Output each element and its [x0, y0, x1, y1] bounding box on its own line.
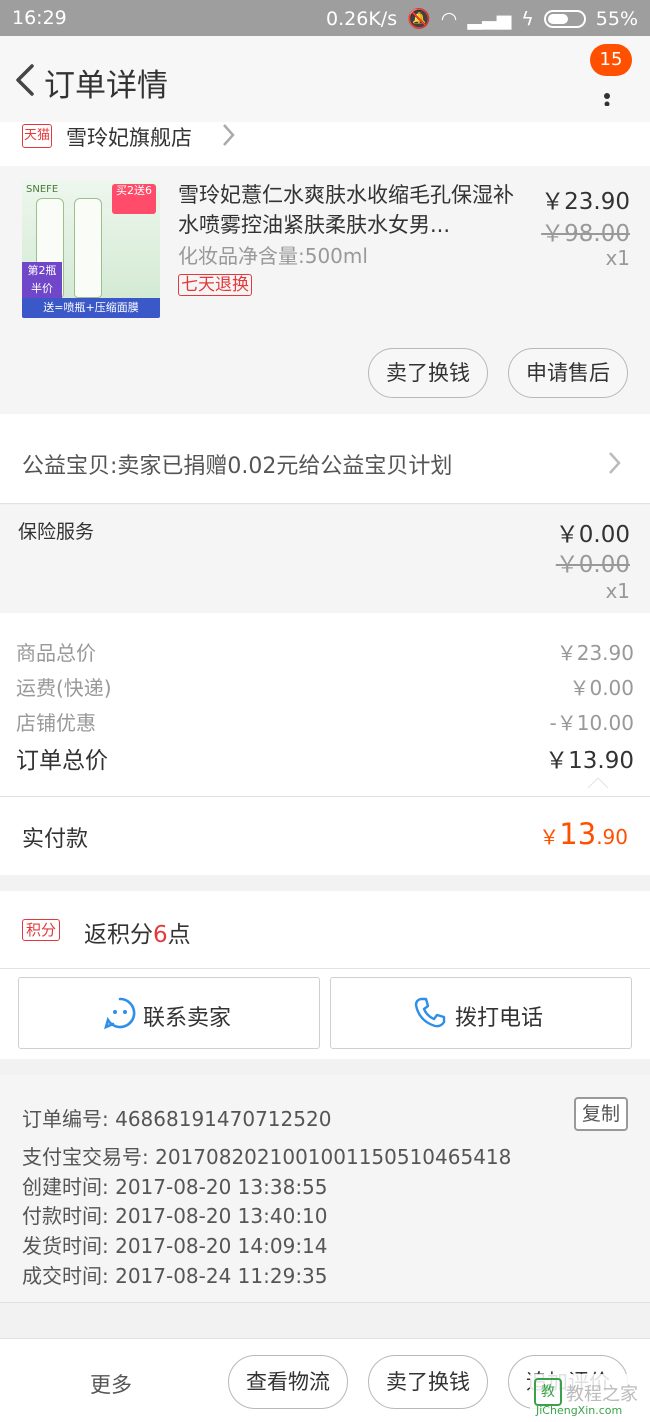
watermark-url: JiChengXin.com [536, 1404, 623, 1417]
message-badge[interactable]: 15 [590, 44, 632, 76]
status-icons: 0.26K/s 🔕 ◠ ▂▃▅ ϟ 55% [326, 7, 638, 31]
summary-label: 商品总价 [16, 641, 96, 665]
summary-label: 运费(快递) [16, 676, 112, 700]
summary-row: 运费(快递) ￥0.00 [16, 672, 634, 701]
alipay-trade-number: 支付宝交易号: 2017082021001001150510465418 [22, 1145, 512, 1169]
bottle-shape [74, 198, 102, 298]
product-card[interactable]: SNEFE 买2送6 第2瓶 半价 送=喷瓶+压缩面膜 雪玲妃薏仁水爽肤水收缩毛… [0, 166, 650, 414]
back-arrow-icon[interactable] [10, 62, 40, 98]
product-image-tag: 送=喷瓶+压缩面膜 [22, 298, 160, 318]
paid-integer: 13 [559, 817, 597, 851]
shipped-time: 发货时间: 2017-08-20 14:09:14 [22, 1234, 328, 1258]
paid-currency: ￥ [539, 825, 560, 849]
paid-amount: ￥13.90 [539, 817, 628, 851]
chevron-right-icon [609, 452, 621, 474]
product-quantity: x1 [605, 246, 630, 270]
product-image-brand: SNEFE [26, 184, 59, 195]
network-speed: 0.26K/s [326, 7, 398, 30]
product-image[interactable]: SNEFE 买2送6 第2瓶 半价 送=喷瓶+压缩面膜 [22, 180, 160, 318]
watermark-site: 教程之家 [566, 1384, 638, 1405]
refund-badge: 七天退换 [178, 274, 252, 296]
more-button[interactable]: 更多 [90, 1369, 132, 1399]
points-row: 积分 返积分6点 [0, 891, 650, 969]
charging-icon: ϟ [521, 7, 534, 30]
points-prefix: 返积分 [84, 922, 153, 948]
product-price: ￥23.90 [541, 189, 630, 215]
call-phone-button[interactable]: 拨打电话 [330, 977, 632, 1049]
order-total-label: 订单总价 [16, 748, 108, 774]
points-badge: 积分 [22, 919, 61, 941]
paid-decimal: .90 [596, 825, 628, 849]
sell-button[interactable]: 卖了换钱 [368, 1355, 488, 1409]
battery-icon [543, 9, 586, 28]
product-sku: 化妆品净含量:500ml [178, 244, 368, 268]
shop-name: 雪玲妃旗舰店 [66, 126, 192, 150]
order-info: 订单编号: 46868191470712520 复制 支付宝交易号: 20170… [0, 1075, 650, 1303]
phone-icon [414, 997, 446, 1028]
price-summary: 商品总价 ￥23.90 运费(快递) ￥0.00 店铺优惠 -￥10.00 订单… [0, 613, 650, 797]
chevron-right-icon [223, 124, 235, 146]
paid-row: 实付款 ￥13.90 [0, 797, 650, 875]
shop-row[interactable]: 天猫 雪玲妃旗舰店 [0, 122, 650, 166]
points-suffix: 点 [167, 922, 191, 948]
points-text: 返积分6点 [84, 915, 191, 949]
summary-value: ￥0.00 [569, 676, 634, 700]
product-original-price: ￥98.00 [541, 221, 630, 247]
summary-row: 商品总价 ￥23.90 [16, 637, 634, 666]
tmall-icon: 天猫 [22, 124, 52, 148]
contact-row: 联系卖家 拨打电话 [0, 969, 650, 1059]
summary-label: 店铺优惠 [16, 711, 96, 735]
sell-button[interactable]: 卖了换钱 [368, 348, 488, 398]
watermark-logo-icon: 教 [534, 1378, 562, 1406]
insurance-quantity: x1 [605, 579, 630, 603]
after-sale-button[interactable]: 申请售后 [508, 348, 628, 398]
summary-value: -￥10.00 [549, 711, 634, 735]
completed-time: 成交时间: 2017-08-24 11:29:35 [22, 1264, 328, 1288]
product-image-half-price: 第2瓶 半价 [22, 262, 62, 300]
call-phone-label: 拨打电话 [455, 1006, 544, 1031]
caret-up-icon [588, 777, 608, 788]
insurance-row: 保险服务 ￥0.00 ￥0.00 x1 [0, 505, 650, 613]
insurance-original-price: ￥0.00 [555, 552, 630, 578]
order-number: 订单编号: 46868191470712520 [22, 1107, 332, 1131]
order-total-row: 订单总价 ￥13.90 [16, 741, 634, 775]
product-title[interactable]: 雪玲妃薏仁水爽肤水收缩毛孔保湿补水喷雾控油紧肤柔肤水女男... [178, 180, 518, 240]
title-bar: 订单详情 [0, 36, 650, 122]
wifi-icon: ◠ [440, 7, 458, 30]
charity-text: 公益宝贝:卖家已捐赠0.02元给公益宝贝计划 [22, 454, 453, 479]
paid-time: 付款时间: 2017-08-20 13:40:10 [22, 1204, 328, 1228]
mute-icon: 🔕 [407, 8, 431, 30]
more-menu-icon[interactable] [598, 76, 616, 106]
battery-percent: 55% [595, 7, 638, 30]
insurance-price: ￥0.00 [555, 522, 630, 548]
view-logistics-button[interactable]: 查看物流 [228, 1355, 348, 1409]
insurance-label: 保险服务 [18, 521, 95, 543]
order-total-value: ￥13.90 [545, 748, 634, 774]
created-time: 创建时间: 2017-08-20 13:38:55 [22, 1175, 328, 1199]
product-image-promo: 买2送6 [112, 184, 156, 214]
status-time: 16:29 [12, 7, 67, 29]
contact-seller-button[interactable]: 联系卖家 [18, 977, 320, 1049]
contact-seller-label: 联系卖家 [143, 1006, 232, 1031]
watermark: 教 教程之家 JiChengXin.com [530, 1374, 648, 1420]
page-title: 订单详情 [44, 68, 168, 104]
paid-label: 实付款 [22, 827, 89, 852]
charity-row[interactable]: 公益宝贝:卖家已捐赠0.02元给公益宝贝计划 [0, 414, 650, 504]
summary-row: 店铺优惠 -￥10.00 [16, 707, 634, 736]
chat-bubble-icon [103, 997, 136, 1030]
status-bar: 16:29 0.26K/s 🔕 ◠ ▂▃▅ ϟ 55% [0, 0, 650, 36]
signal-icon: ▂▃▅ [467, 7, 512, 30]
copy-button[interactable]: 复制 [574, 1097, 628, 1131]
points-number: 6 [153, 922, 168, 948]
summary-value: ￥23.90 [556, 641, 634, 665]
